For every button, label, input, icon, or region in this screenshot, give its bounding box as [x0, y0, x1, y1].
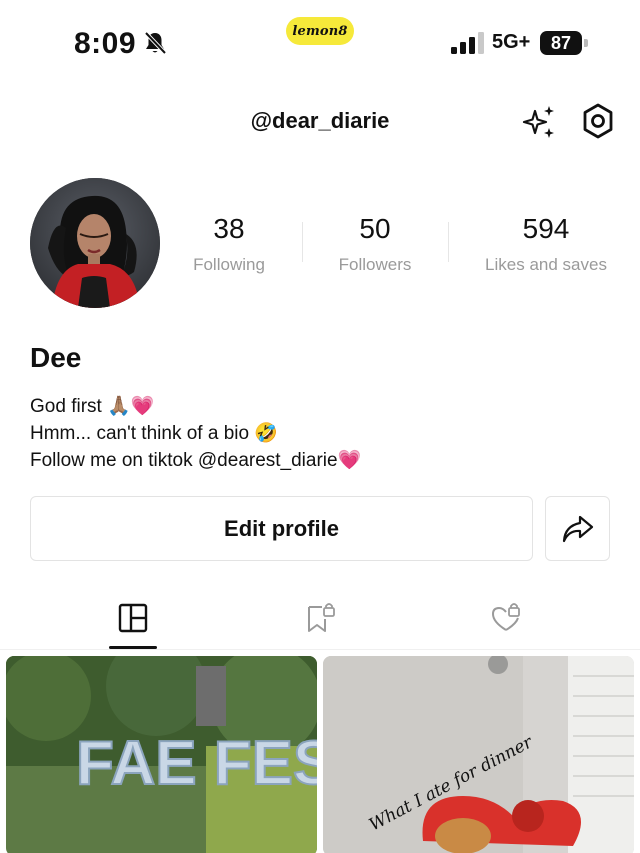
post-thumbnail: FAE FEST — [6, 656, 317, 853]
avatar[interactable] — [30, 178, 160, 308]
status-bar: 8:09 lemon8 5G+ 87 — [0, 0, 640, 88]
post-thumbnail: What I ate for dinner — [323, 656, 634, 853]
settings-icon[interactable] — [580, 102, 616, 140]
stat-divider — [302, 222, 303, 262]
avatar-image — [30, 178, 160, 308]
profile-name: Dee — [30, 342, 82, 373]
battery-icon: 87 — [540, 31, 588, 55]
bookmark-lock-icon — [308, 603, 335, 632]
following-label: Following — [193, 255, 265, 274]
heart-lock-icon — [492, 603, 520, 631]
share-button[interactable] — [545, 496, 610, 561]
followers-label: Followers — [338, 255, 412, 274]
grid-icon — [118, 603, 148, 633]
lemon8-logo[interactable]: lemon8 — [286, 17, 354, 45]
battery-level: 87 — [540, 31, 582, 55]
battery-cap — [584, 39, 588, 47]
likes-saves-count: 594 — [522, 213, 570, 244]
post-caption: FAE FEST — [76, 729, 317, 798]
post-card[interactable]: What I ate for dinner — [323, 656, 634, 853]
edit-profile-button[interactable]: Edit profile — [30, 496, 533, 561]
cellular-signal-icon — [451, 32, 484, 54]
likes-saves-label: Likes and saves — [485, 255, 607, 274]
bio-line: God first 🙏🏽💗 — [30, 396, 155, 417]
tab-saved[interactable] — [296, 598, 344, 638]
share-arrow-icon — [562, 515, 593, 542]
following-count: 38 — [213, 213, 245, 244]
tabs-divider — [0, 649, 640, 650]
stat-likes-saves[interactable]: 594 Likes and saves — [470, 213, 622, 275]
stat-divider — [448, 222, 449, 262]
bio-line: Hmm... can't think of a bio 🤣 — [30, 423, 278, 444]
network-type: 5G+ — [492, 31, 531, 53]
stat-followers[interactable]: 50 Followers — [325, 213, 425, 275]
bio-line: Follow me on tiktok @dearest_diarie💗 — [30, 450, 362, 471]
tab-posts[interactable] — [109, 598, 157, 638]
bell-muted-icon — [144, 31, 167, 55]
stat-following[interactable]: 38 Following — [180, 213, 278, 275]
sparkle-icon[interactable] — [521, 104, 557, 140]
tab-liked[interactable] — [482, 598, 530, 638]
status-time: 8:09 — [74, 27, 137, 60]
followers-count: 50 — [359, 213, 391, 244]
post-card[interactable]: FAE FEST — [6, 656, 317, 853]
